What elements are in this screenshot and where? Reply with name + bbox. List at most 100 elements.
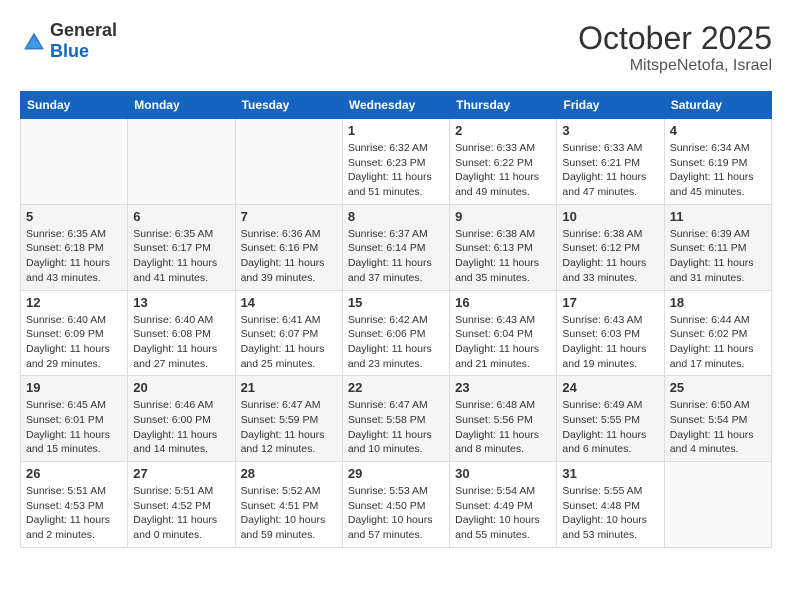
cell-info: Sunrise: 5:55 AMSunset: 4:48 PMDaylight:… — [562, 484, 658, 543]
cell-info: Sunrise: 6:34 AMSunset: 6:19 PMDaylight:… — [670, 141, 766, 200]
location-title: MitspeNetofa, Israel — [578, 57, 772, 75]
cell-day-number: 21 — [241, 380, 337, 395]
calendar-cell — [664, 462, 771, 548]
cell-day-number: 7 — [241, 209, 337, 224]
cell-day-number: 17 — [562, 295, 658, 310]
calendar-cell: 29 Sunrise: 5:53 AMSunset: 4:50 PMDayligh… — [342, 462, 449, 548]
cell-day-number: 29 — [348, 466, 444, 481]
calendar-cell: 8 Sunrise: 6:37 AMSunset: 6:14 PMDaylight… — [342, 204, 449, 290]
calendar-cell: 22Sunrise: 6:47 AMSunset: 5:58 PMDayligh… — [342, 376, 449, 462]
cell-day-number: 3 — [562, 123, 658, 138]
cell-info: Sunrise: 6:50 AMSunset: 5:54 PMDaylight:… — [670, 398, 766, 457]
weekday-header-saturday: Saturday — [664, 92, 771, 119]
calendar-cell: 11 Sunrise: 6:39 AMSunset: 6:11 PMDayligh… — [664, 204, 771, 290]
weekday-header-wednesday: Wednesday — [342, 92, 449, 119]
cell-day-number: 2 — [455, 123, 551, 138]
cell-info: Sunrise: 6:35 AMSunset: 6:17 PMDaylight:… — [133, 227, 229, 286]
calendar-cell: 28Sunrise: 5:52 AMSunset: 4:51 PMDayligh… — [235, 462, 342, 548]
calendar-cell: 19 Sunrise: 6:45 AMSunset: 6:01 PMDayligh… — [21, 376, 128, 462]
calendar-cell: 15 Sunrise: 6:42 AMSunset: 6:06 PMDayligh… — [342, 290, 449, 376]
title-block: October 2025 MitspeNetofa, Israel — [578, 20, 772, 75]
calendar-cell: 25 Sunrise: 6:50 AMSunset: 5:54 PMDayligh… — [664, 376, 771, 462]
week-row-4: 19 Sunrise: 6:45 AMSunset: 6:01 PMDayligh… — [21, 376, 772, 462]
calendar-cell: 21Sunrise: 6:47 AMSunset: 5:59 PMDayligh… — [235, 376, 342, 462]
cell-day-number: 14 — [241, 295, 337, 310]
calendar-table: SundayMondayTuesdayWednesdayThursdayFrid… — [20, 91, 772, 548]
cell-info: Sunrise: 6:49 AMSunset: 5:55 PMDaylight:… — [562, 398, 658, 457]
cell-info: Sunrise: 6:40 AMSunset: 6:09 PMDaylight:… — [26, 313, 122, 372]
week-row-5: 26 Sunrise: 5:51 AMSunset: 4:53 PMDayligh… — [21, 462, 772, 548]
cell-day-number: 30 — [455, 466, 551, 481]
cell-day-number: 11 — [670, 209, 766, 224]
cell-day-number: 12 — [26, 295, 122, 310]
weekday-header-thursday: Thursday — [450, 92, 557, 119]
calendar-cell: 18 Sunrise: 6:44 AMSunset: 6:02 PMDayligh… — [664, 290, 771, 376]
calendar-cell: 3 Sunrise: 6:33 AMSunset: 6:21 PMDaylight… — [557, 119, 664, 205]
cell-day-number: 28 — [241, 466, 337, 481]
cell-info: Sunrise: 5:51 AMSunset: 4:52 PMDaylight:… — [133, 484, 229, 543]
cell-day-number: 16 — [455, 295, 551, 310]
calendar-cell: 12 Sunrise: 6:40 AMSunset: 6:09 PMDayligh… — [21, 290, 128, 376]
logo-general: General — [50, 20, 117, 40]
cell-day-number: 24 — [562, 380, 658, 395]
cell-day-number: 18 — [670, 295, 766, 310]
cell-info: Sunrise: 6:36 AMSunset: 6:16 PMDaylight:… — [241, 227, 337, 286]
cell-info: Sunrise: 6:46 AMSunset: 6:00 PMDaylight:… — [133, 398, 229, 457]
cell-info: Sunrise: 6:43 AMSunset: 6:03 PMDaylight:… — [562, 313, 658, 372]
calendar-cell: 23 Sunrise: 6:48 AMSunset: 5:56 PMDayligh… — [450, 376, 557, 462]
cell-info: Sunrise: 6:38 AMSunset: 6:13 PMDaylight:… — [455, 227, 551, 286]
cell-day-number: 27 — [133, 466, 229, 481]
calendar-cell: 26 Sunrise: 5:51 AMSunset: 4:53 PMDayligh… — [21, 462, 128, 548]
weekday-header-friday: Friday — [557, 92, 664, 119]
calendar-cell: 6 Sunrise: 6:35 AMSunset: 6:17 PMDaylight… — [128, 204, 235, 290]
cell-info: Sunrise: 6:43 AMSunset: 6:04 PMDaylight:… — [455, 313, 551, 372]
cell-day-number: 13 — [133, 295, 229, 310]
calendar-cell — [128, 119, 235, 205]
cell-day-number: 25 — [670, 380, 766, 395]
cell-day-number: 1 — [348, 123, 444, 138]
calendar-cell: 14Sunrise: 6:41 AMSunset: 6:07 PMDayligh… — [235, 290, 342, 376]
cell-info: Sunrise: 6:47 AMSunset: 5:58 PMDaylight:… — [348, 398, 444, 457]
cell-day-number: 6 — [133, 209, 229, 224]
cell-day-number: 4 — [670, 123, 766, 138]
cell-day-number: 19 — [26, 380, 122, 395]
cell-day-number: 9 — [455, 209, 551, 224]
cell-day-number: 8 — [348, 209, 444, 224]
cell-info: Sunrise: 6:38 AMSunset: 6:12 PMDaylight:… — [562, 227, 658, 286]
week-row-3: 12 Sunrise: 6:40 AMSunset: 6:09 PMDayligh… — [21, 290, 772, 376]
cell-info: Sunrise: 6:33 AMSunset: 6:21 PMDaylight:… — [562, 141, 658, 200]
cell-day-number: 10 — [562, 209, 658, 224]
cell-info: Sunrise: 6:37 AMSunset: 6:14 PMDaylight:… — [348, 227, 444, 286]
calendar-cell: 24 Sunrise: 6:49 AMSunset: 5:55 PMDayligh… — [557, 376, 664, 462]
calendar-cell: 27 Sunrise: 5:51 AMSunset: 4:52 PMDayligh… — [128, 462, 235, 548]
cell-day-number: 20 — [133, 380, 229, 395]
cell-info: Sunrise: 6:32 AMSunset: 6:23 PMDaylight:… — [348, 141, 444, 200]
cell-info: Sunrise: 6:42 AMSunset: 6:06 PMDaylight:… — [348, 313, 444, 372]
weekday-header-sunday: Sunday — [21, 92, 128, 119]
logo-icon — [22, 31, 46, 51]
cell-info: Sunrise: 6:48 AMSunset: 5:56 PMDaylight:… — [455, 398, 551, 457]
cell-day-number: 15 — [348, 295, 444, 310]
cell-day-number: 23 — [455, 380, 551, 395]
cell-info: Sunrise: 5:53 AMSunset: 4:50 PMDaylight:… — [348, 484, 444, 543]
cell-day-number: 31 — [562, 466, 658, 481]
page-header: General Blue October 2025 MitspeNetofa, … — [20, 20, 772, 75]
cell-info: Sunrise: 6:39 AMSunset: 6:11 PMDaylight:… — [670, 227, 766, 286]
calendar-cell: 7 Sunrise: 6:36 AMSunset: 6:16 PMDaylight… — [235, 204, 342, 290]
calendar-cell: 9 Sunrise: 6:38 AMSunset: 6:13 PMDaylight… — [450, 204, 557, 290]
logo-text: General Blue — [50, 20, 117, 62]
calendar-cell: 30Sunrise: 5:54 AMSunset: 4:49 PMDayligh… — [450, 462, 557, 548]
calendar-cell: 5Sunrise: 6:35 AMSunset: 6:18 PMDaylight… — [21, 204, 128, 290]
cell-info: Sunrise: 6:45 AMSunset: 6:01 PMDaylight:… — [26, 398, 122, 457]
cell-info: Sunrise: 5:51 AMSunset: 4:53 PMDaylight:… — [26, 484, 122, 543]
cell-day-number: 26 — [26, 466, 122, 481]
calendar-cell: 31 Sunrise: 5:55 AMSunset: 4:48 PMDayligh… — [557, 462, 664, 548]
calendar-cell: 20 Sunrise: 6:46 AMSunset: 6:00 PMDayligh… — [128, 376, 235, 462]
cell-info: Sunrise: 6:44 AMSunset: 6:02 PMDaylight:… — [670, 313, 766, 372]
month-title: October 2025 — [578, 20, 772, 57]
calendar-cell — [235, 119, 342, 205]
calendar-cell: 4 Sunrise: 6:34 AMSunset: 6:19 PMDaylight… — [664, 119, 771, 205]
calendar-cell: 2Sunrise: 6:33 AMSunset: 6:22 PMDaylight… — [450, 119, 557, 205]
logo: General Blue — [20, 20, 117, 62]
calendar-cell: 13Sunrise: 6:40 AMSunset: 6:08 PMDayligh… — [128, 290, 235, 376]
